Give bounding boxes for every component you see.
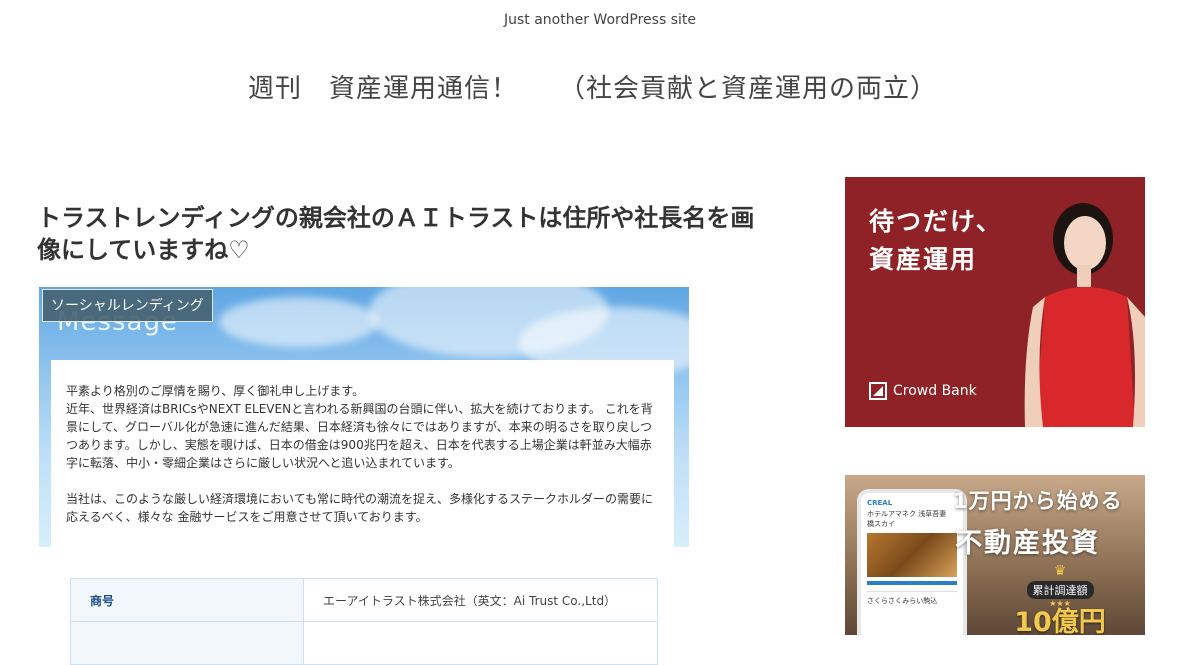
hotel-photo: [867, 533, 957, 577]
ad-headline: 待つだけ、 資産運用: [869, 203, 1003, 279]
crowdbank-brand-label: Crowd Bank: [893, 383, 977, 399]
app-listing-title: ホテルアマネク 浅草吾妻: [867, 510, 947, 518]
ad-headline-line-2: 資産運用: [869, 245, 978, 274]
post-title[interactable]: トラストレンディングの親会社のＡＩトラストは住所や社長名を画像にしていますね♡: [37, 202, 767, 266]
creal-ad-banner[interactable]: CREAL ホテルアマネク 浅草吾妻 橋スカイ さくらさくみらい駒込 1万円から…: [845, 475, 1145, 635]
message-paragraph-2: 当社は、このような厳しい経済環境においても常に時代の潮流を捉え、多様化するステー…: [66, 492, 654, 524]
award-medal: ♛ 累計調達額 ★★★ 10億円: [1000, 563, 1120, 635]
crowdbank-brand: Crowd Bank: [869, 382, 977, 400]
medal-label: 累計調達額: [1026, 581, 1094, 599]
crowdbank-logo-icon: [869, 382, 887, 400]
ad-headline-line-1: 1万円から始める: [953, 489, 1123, 513]
creal-app-brand: CREAL: [867, 499, 893, 507]
site-tagline: Just another WordPress site: [503, 12, 696, 28]
ad-headline-line-2: 不動産投資: [955, 528, 1100, 559]
table-value-cell: [303, 621, 658, 665]
progress-bar: [867, 581, 957, 585]
medal-value: 10億円: [1014, 607, 1106, 636]
message-card: 平素より格別のご厚情を賜り、厚く御礼申し上げます。 近年、世界経済はBRICsや…: [51, 360, 674, 547]
crown-icon: ♛: [1053, 563, 1067, 579]
category-badge[interactable]: ソーシャルレンディング: [42, 289, 213, 322]
company-info-table: 商号 エーアイトラスト株式会社（英文：Ai Trust Co.,Ltd）: [70, 578, 658, 665]
app-listing-place: さくらさくみらい駒込: [867, 591, 957, 606]
cloud-decoration: [219, 297, 379, 347]
table-header-cell: 商号: [70, 578, 304, 622]
crowdbank-ad-banner[interactable]: 待つだけ、 資産運用 Crowd Bank: [845, 177, 1145, 427]
table-value-cell: エーアイトラスト株式会社（英文：Ai Trust Co.,Ltd）: [303, 578, 658, 622]
phone-mockup: CREAL ホテルアマネク 浅草吾妻 橋スカイ さくらさくみらい駒込: [857, 489, 967, 635]
featured-image[interactable]: Message 平素より格別のご厚情を賜り、厚く御礼申し上げます。 近年、世界経…: [39, 287, 689, 547]
site-title[interactable]: 週刊 資産運用通信！ （社会貢献と資産運用の両立）: [0, 68, 1185, 105]
table-row: 商号 エーアイトラスト株式会社（英文：Ai Trust Co.,Ltd）: [70, 578, 658, 622]
message-paragraph-1: 平素より格別のご厚情を賜り、厚く御礼申し上げます。 近年、世界経済はBRICsや…: [66, 384, 653, 470]
app-listing-subtitle: 橋スカイ: [867, 520, 895, 528]
ad-headline-line-1: 待つだけ、: [869, 207, 1003, 236]
table-row: [70, 621, 658, 665]
woman-portrait-illustration: [1024, 203, 1145, 427]
table-header-cell: [70, 621, 304, 665]
